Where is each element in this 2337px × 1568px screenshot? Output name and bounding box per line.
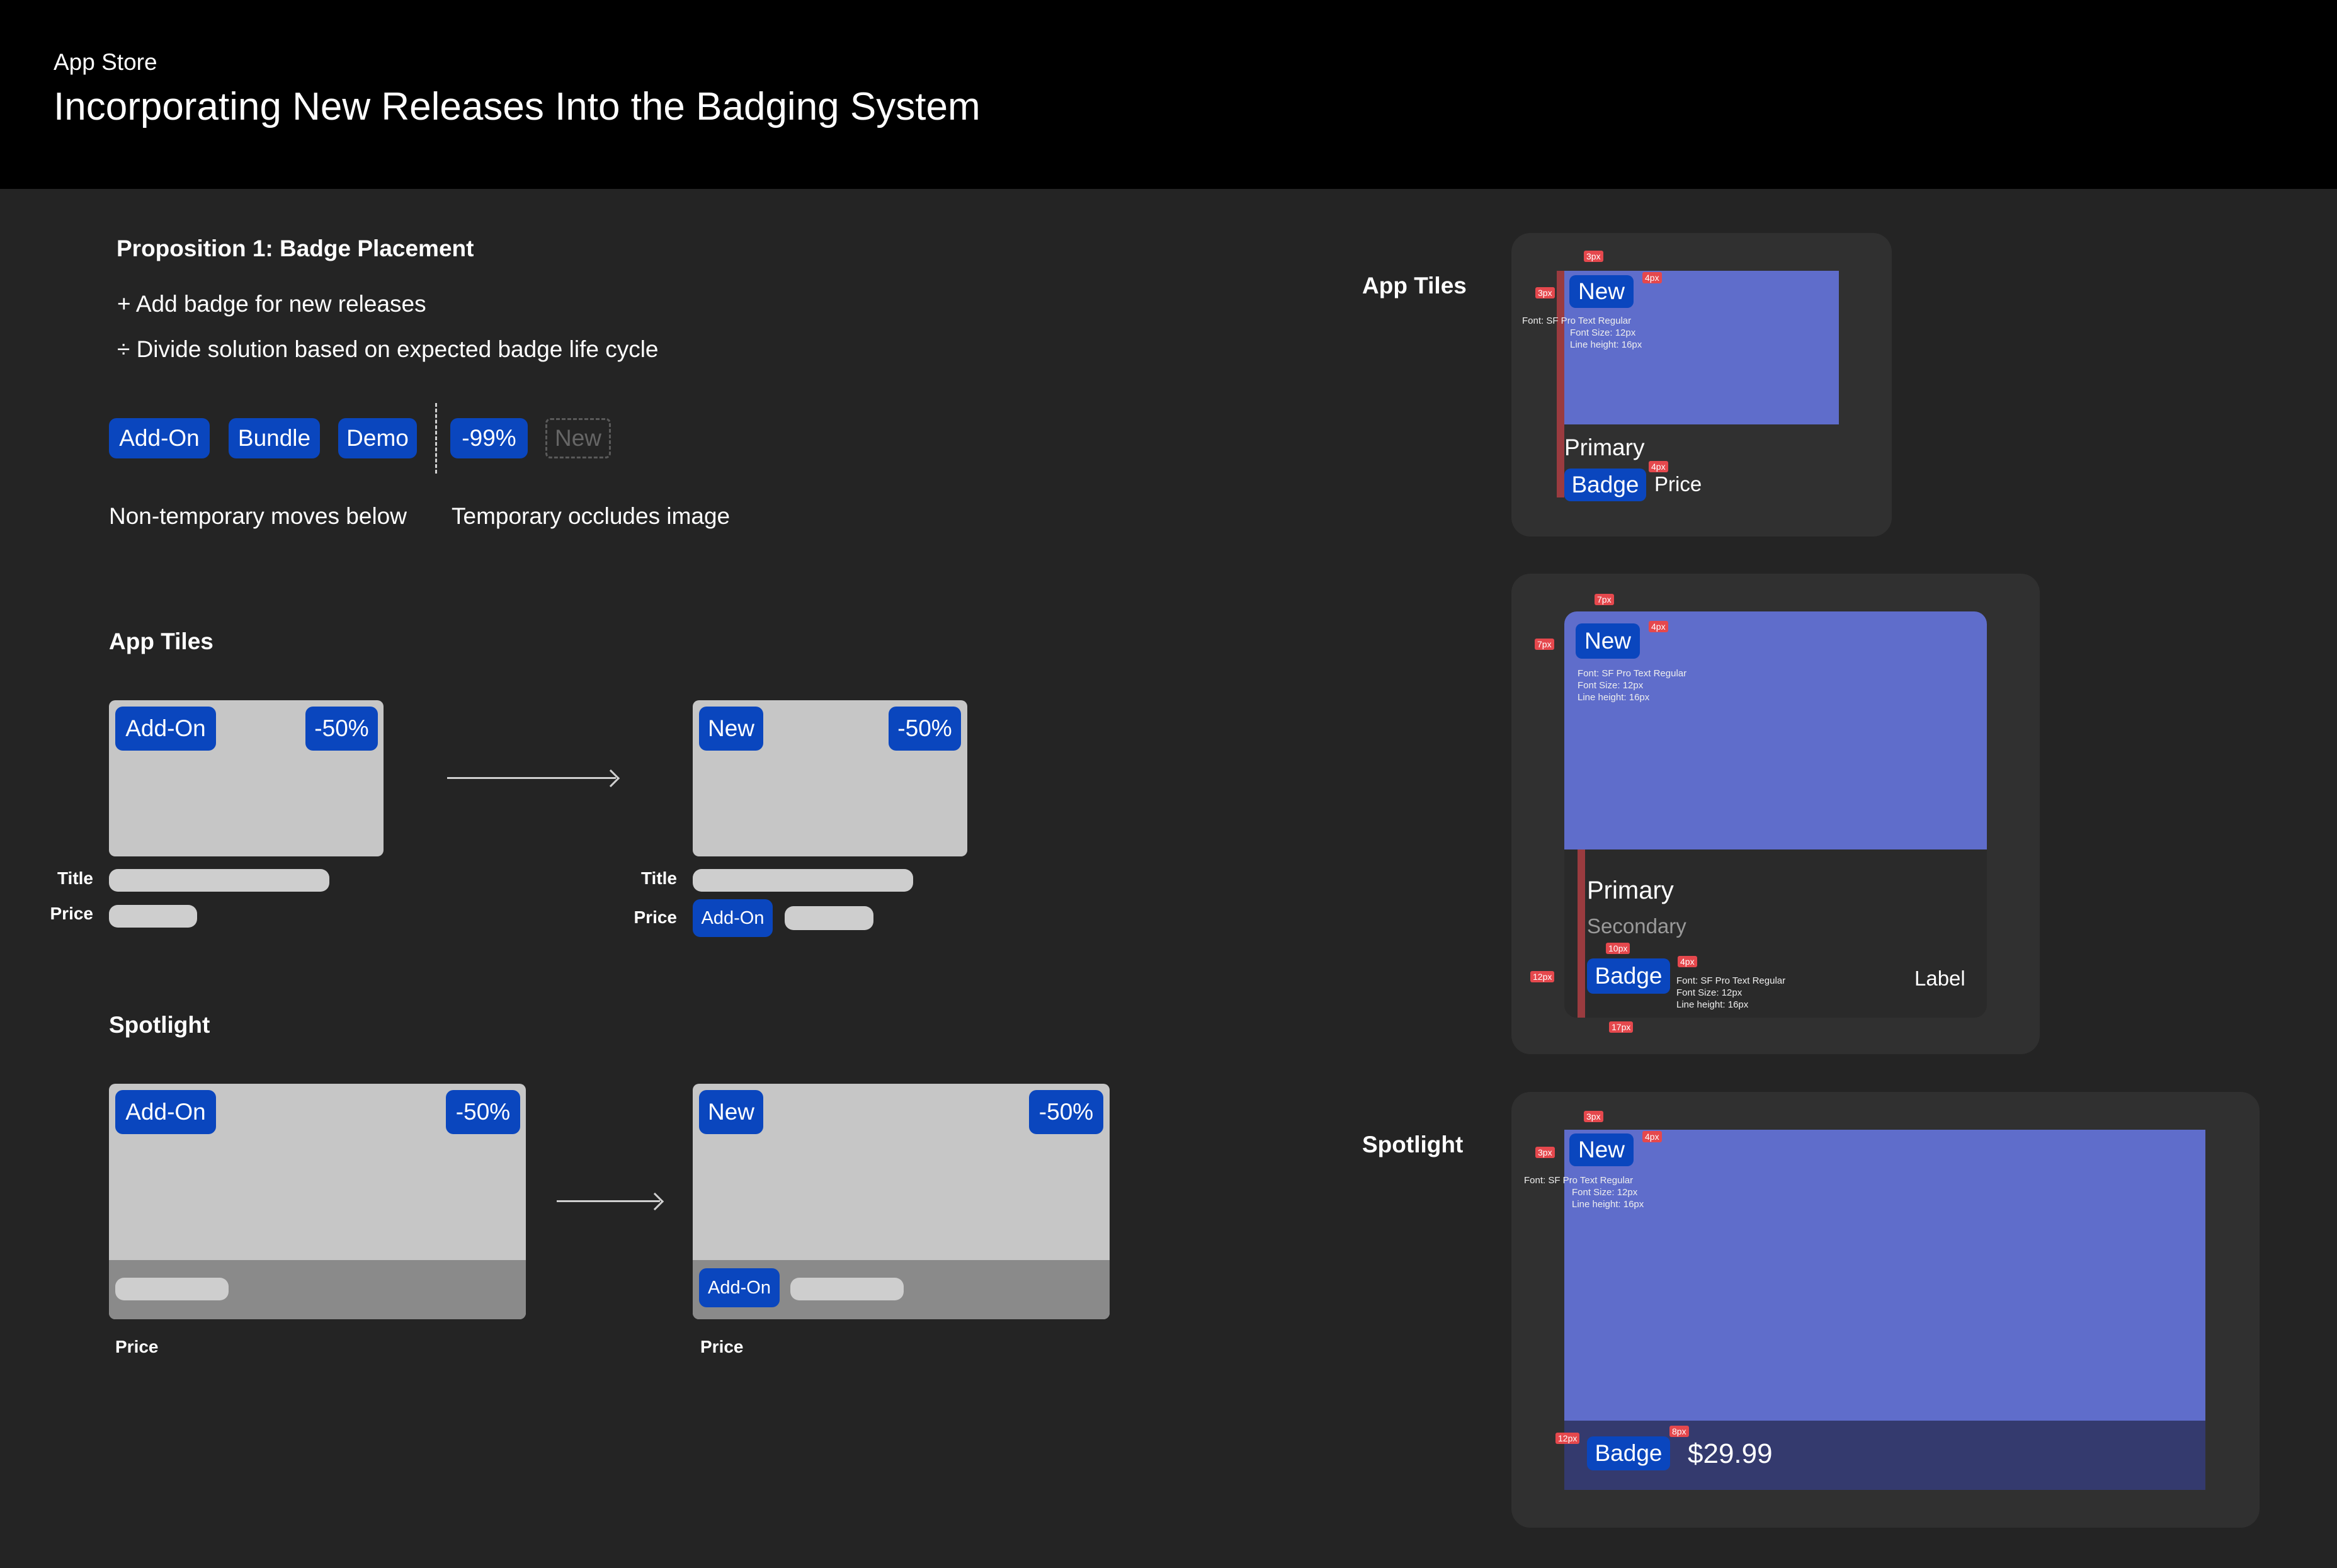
arrow-icon — [557, 1200, 660, 1202]
spec-primary: Primary — [1587, 877, 1674, 904]
spec-guide-line — [1557, 271, 1564, 497]
spec-font: Font: SF Pro Text Regular — [1522, 315, 1632, 326]
price-placeholder — [115, 1278, 229, 1300]
spec-tag-bottom: 17px — [1609, 1021, 1634, 1033]
title-label: Title — [640, 868, 677, 888]
title-placeholder — [109, 869, 329, 892]
tile-badge-discount: -50% — [889, 707, 961, 751]
price-label: Price — [115, 1337, 159, 1356]
spec-font-size: Font Size: 12px — [1676, 987, 1743, 998]
spec-font-size: Font Size: 12px — [1570, 327, 1636, 338]
price-badge-add-on: Add-On — [699, 1268, 780, 1307]
app-name: App Store — [54, 49, 157, 75]
spec-font: Font: SF Pro Text Regular — [1676, 975, 1786, 986]
spec-label: Label — [1914, 967, 1965, 990]
spec-font: Font: SF Pro Text Regular — [1578, 668, 1687, 679]
spec-spotlight-image — [1564, 1130, 2205, 1421]
spec-tag-left: 7px — [1535, 639, 1554, 650]
spec-price: $29.99 — [1688, 1438, 1773, 1469]
price-label: Price — [634, 907, 678, 927]
spec-tag-gap-top: 10px — [1606, 943, 1630, 954]
caption-nontemporary: Non-temporary moves below — [109, 503, 407, 529]
price-placeholder — [109, 905, 197, 928]
tile-badge-discount: -50% — [305, 707, 378, 751]
badge-bundle: Bundle — [229, 418, 320, 458]
spotlight-badge-discount: -50% — [446, 1090, 520, 1134]
spec-primary: Primary — [1564, 435, 1645, 460]
badge-demo: Demo — [338, 418, 417, 458]
spotlight-badge-discount: -50% — [1029, 1090, 1103, 1134]
spec-font: Font: SF Pro Text Regular — [1524, 1175, 1634, 1186]
arrow-icon — [447, 777, 616, 779]
spec-tag-gap: 4px — [1649, 461, 1668, 472]
spec-tag-right: 4px — [1642, 1131, 1662, 1142]
spec-spotlight-heading: Spotlight — [1362, 1132, 1464, 1157]
price-placeholder — [785, 906, 873, 930]
spec-tag-top: 7px — [1595, 594, 1614, 605]
spotlight-badge-add-on: Add-On — [115, 1090, 216, 1134]
spec-tag-right: 4px — [1649, 621, 1668, 632]
tile-badge-new: New — [699, 707, 763, 751]
spec-tag-left-bottom: 12px — [1555, 1433, 1580, 1444]
price-badge-add-on: Add-On — [693, 899, 773, 937]
spec-line-height: Line height: 16px — [1570, 339, 1642, 350]
spec-tag-left-bottom: 12px — [1530, 971, 1555, 982]
spec-tag-gap-right: 4px — [1678, 956, 1697, 967]
tile-badge-add-on: Add-On — [115, 707, 216, 751]
spotlight-badge-new: New — [699, 1090, 763, 1134]
spec-line-height: Line height: 16px — [1676, 999, 1749, 1010]
spec-badge-new: New — [1569, 275, 1634, 308]
spec-price-badge: Badge — [1587, 958, 1670, 994]
app-tiles-heading: App Tiles — [109, 628, 213, 654]
spec-line-height: Line height: 16px — [1578, 692, 1650, 703]
proposition-title: Proposition 1: Badge Placement — [117, 236, 474, 261]
price-label: Price — [700, 1337, 744, 1356]
badge-new-placeholder: New — [545, 418, 611, 458]
spec-badge-new: New — [1576, 623, 1640, 659]
badge-add-on: Add-On — [109, 418, 210, 458]
price-label: Price — [50, 904, 94, 923]
title-placeholder — [693, 869, 913, 892]
spotlight-heading: Spotlight — [109, 1012, 210, 1038]
page-title: Incorporating New Releases Into the Badg… — [54, 85, 981, 128]
spec-tag-gap: 8px — [1669, 1426, 1689, 1437]
bullet-add-badge: + Add badge for new releases — [117, 291, 426, 317]
price-placeholder — [790, 1278, 904, 1300]
arrow-head-icon — [645, 1192, 664, 1211]
spec-tag-left: 3px — [1535, 1147, 1555, 1158]
spec-price-badge: Badge — [1587, 1436, 1670, 1470]
title-label: Title — [57, 868, 93, 888]
spec-tag-right: 4px — [1642, 272, 1662, 283]
spec-guide-line — [1578, 849, 1585, 1018]
arrow-head-icon — [601, 769, 620, 788]
spec-app-tiles-heading: App Tiles — [1362, 273, 1467, 298]
spec-font-size: Font Size: 12px — [1578, 680, 1644, 691]
spec-tag-left: 3px — [1535, 287, 1555, 298]
spec-line-height: Line height: 16px — [1572, 1199, 1644, 1210]
badge-discount: -99% — [450, 418, 528, 458]
caption-temporary: Temporary occludes image — [452, 503, 731, 529]
spec-tag-top: 3px — [1584, 1111, 1603, 1122]
spec-tag-top: 3px — [1584, 251, 1603, 262]
bullet-divide: ÷ Divide solution based on expected badg… — [117, 336, 659, 362]
spec-secondary: Secondary — [1587, 914, 1686, 938]
divider — [435, 403, 437, 474]
spec-badge-new: New — [1569, 1133, 1634, 1166]
spec-font-size: Font Size: 12px — [1572, 1187, 1638, 1198]
spec-price-badge: Badge — [1564, 469, 1646, 501]
spec-price: Price — [1654, 472, 1702, 496]
